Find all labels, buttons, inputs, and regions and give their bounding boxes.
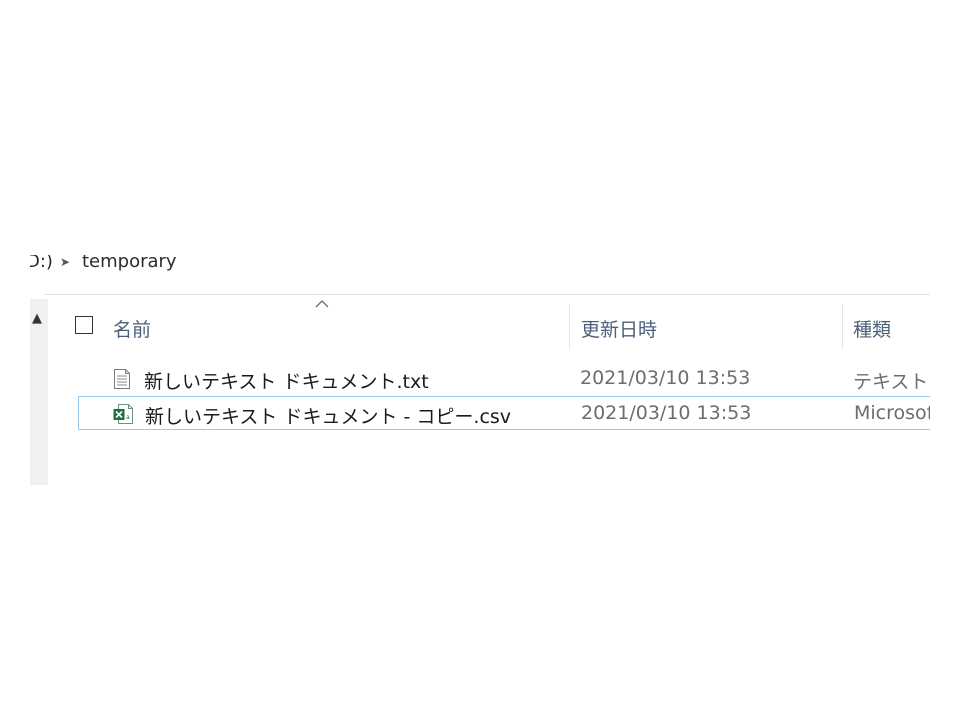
breadcrumb-item-drive[interactable]: D:) (30, 255, 53, 272)
address-bar-divider (44, 294, 930, 295)
file-row[interactable]: a 新しいテキスト ドキュメント - コピー.csv 2021/03/10 13… (78, 396, 930, 430)
file-type: Microsoft (854, 402, 930, 424)
chevron-right-icon[interactable]: ➤ (60, 255, 70, 269)
file-date-modified: 2021/03/10 13:53 (580, 367, 751, 389)
column-header-type[interactable]: 種類 (853, 315, 891, 342)
column-header-date-modified[interactable]: 更新日時 (581, 315, 657, 342)
excel-csv-icon: a (113, 404, 133, 424)
sort-ascending-icon (315, 300, 329, 308)
scroll-up-arrow-icon[interactable]: ▲ (32, 311, 42, 326)
column-header-name[interactable]: 名前 (113, 315, 151, 342)
svg-text:a: a (126, 414, 130, 421)
column-divider[interactable] (842, 303, 843, 349)
select-all-checkbox[interactable] (75, 316, 93, 334)
breadcrumb-item-current[interactable]: temporary (82, 255, 177, 272)
column-divider[interactable] (569, 303, 570, 349)
text-file-icon (114, 369, 130, 389)
navigation-pane-scrollbar[interactable] (30, 299, 48, 485)
file-row[interactable]: 新しいテキスト ドキュメント.txt 2021/03/10 13:53 テキスト… (78, 362, 930, 396)
file-type: テキスト ド (853, 371, 930, 393)
file-explorer-view: D:) ➤ temporary ▲ 名前 更新日時 種類 新しいテキスト ドキュ… (30, 255, 930, 485)
file-date-modified: 2021/03/10 13:53 (581, 402, 752, 424)
file-name[interactable]: 新しいテキスト ドキュメント - コピー.csv (145, 402, 511, 429)
file-name[interactable]: 新しいテキスト ドキュメント.txt (144, 367, 429, 394)
